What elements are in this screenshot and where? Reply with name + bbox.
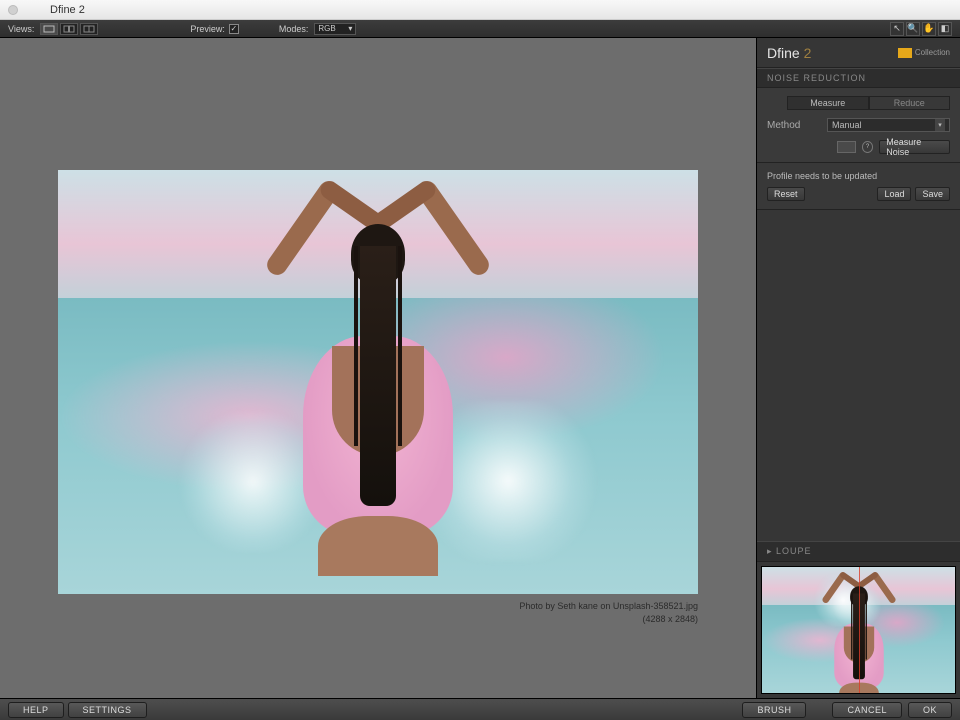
preview-toggle-group: Preview: ✓ [190, 24, 239, 34]
brush-button[interactable]: BRUSH [742, 702, 806, 718]
load-button[interactable]: Load [877, 187, 911, 201]
preview-checkbox[interactable]: ✓ [229, 24, 239, 34]
window-control-dot[interactable] [8, 5, 18, 15]
brand-logo: Collection [898, 48, 950, 58]
image-dimensions: (4288 x 2848) [58, 613, 698, 626]
chevron-down-icon: ▾ [348, 24, 352, 33]
panel-title: Dfine 2 [767, 45, 811, 61]
help-button[interactable]: HELP [8, 702, 64, 718]
settings-button[interactable]: SETTINGS [68, 702, 147, 718]
side-panel: Dfine 2 Collection NOISE REDUCTION Measu… [756, 38, 960, 698]
views-label: Views: [8, 24, 34, 34]
loupe-divider[interactable] [859, 567, 860, 693]
reset-button[interactable]: Reset [767, 187, 805, 201]
modes-label: Modes: [279, 24, 309, 34]
help-circle-icon[interactable]: ? [862, 141, 873, 153]
nik-logo-icon [898, 48, 912, 58]
view-split-button[interactable] [60, 23, 78, 35]
view-single-button[interactable] [40, 23, 58, 35]
profile-status-text: Profile needs to be updated [767, 171, 950, 181]
canvas-area[interactable]: Photo by Seth kane on Unsplash-358521.jp… [0, 38, 756, 698]
window-title: Dfine 2 [50, 4, 85, 16]
loupe-header[interactable]: ▸ LOUPE [757, 541, 960, 562]
modes-select[interactable]: RGB ▾ [314, 23, 356, 35]
panel-header: Dfine 2 Collection [757, 38, 960, 68]
loupe-preview[interactable] [761, 566, 956, 694]
method-select[interactable]: Manual ▾ [827, 118, 950, 132]
image-filename: Photo by Seth kane on Unsplash-358521.jp… [58, 600, 698, 613]
hand-tool-icon[interactable]: ✋ [922, 22, 936, 36]
modes-group: Modes: RGB ▾ [279, 23, 357, 35]
pointer-tool-icon[interactable]: ↖ [890, 22, 904, 36]
measure-noise-button[interactable]: Measure Noise [879, 140, 950, 154]
method-value: Manual [832, 120, 862, 130]
modes-value: RGB [318, 24, 335, 33]
view-side-button[interactable] [80, 23, 98, 35]
zoom-tool-icon[interactable]: 🔍 [906, 22, 920, 36]
image-caption: Photo by Seth kane on Unsplash-358521.jp… [58, 600, 698, 625]
ok-button[interactable]: OK [908, 702, 952, 718]
save-button[interactable]: Save [915, 187, 950, 201]
preview-image[interactable] [58, 170, 698, 594]
top-toolbar: Views: Preview: ✓ Modes: RGB ▾ ↖ 🔍 ✋ ◧ [0, 20, 960, 38]
chevron-down-icon: ▾ [935, 119, 945, 131]
sample-thumb[interactable] [837, 141, 856, 153]
method-label: Method [767, 120, 827, 131]
bottom-bar: HELP SETTINGS BRUSH CANCEL OK [0, 698, 960, 720]
tab-measure[interactable]: Measure [787, 96, 869, 110]
measure-reduce-tabs: Measure Reduce [787, 96, 950, 110]
brand-text: Collection [915, 48, 950, 57]
background-tool-icon[interactable]: ◧ [938, 22, 952, 36]
preview-label: Preview: [190, 24, 225, 34]
cancel-button[interactable]: CANCEL [832, 702, 902, 718]
tab-reduce[interactable]: Reduce [869, 96, 951, 110]
window-titlebar: Dfine 2 [0, 0, 960, 20]
noise-reduction-header[interactable]: NOISE REDUCTION [757, 68, 960, 88]
